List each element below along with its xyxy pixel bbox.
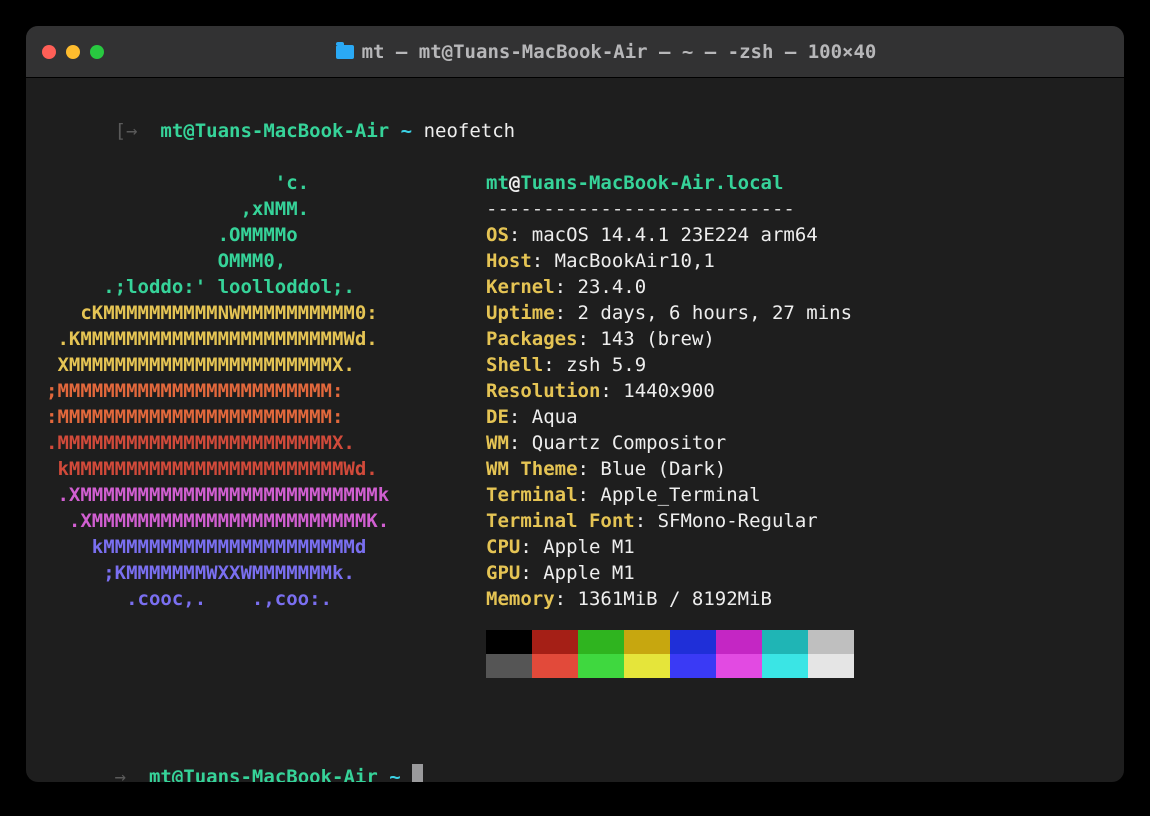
logo-line: .XMMMMMMMMMMMMMMMMMMMMMMMMK. xyxy=(46,508,486,534)
color-swatch xyxy=(578,654,624,678)
logo-line: .KMMMMMMMMMMMMMMMMMMMMMMMWd. xyxy=(46,326,486,352)
cursor xyxy=(412,764,423,782)
logo-line: .XMMMMMMMMMMMMMMMMMMMMMMMMMMk xyxy=(46,482,486,508)
color-swatch xyxy=(624,654,670,678)
color-swatch xyxy=(486,654,532,678)
prompt-path: ~ xyxy=(389,766,400,782)
color-swatch xyxy=(670,630,716,654)
info-row: Uptime: 2 days, 6 hours, 27 mins xyxy=(486,300,854,326)
logo-line: kMMMMMMMMMMMMMMMMMMMMMMd xyxy=(46,534,486,560)
info-row: DE: Aqua xyxy=(486,404,854,430)
color-swatch xyxy=(762,630,808,654)
color-swatch xyxy=(670,654,716,678)
info-row: GPU: Apple M1 xyxy=(486,560,854,586)
info-row: Packages: 143 (brew) xyxy=(486,326,854,352)
prompt-line-2[interactable]: → mt@Tuans-MacBook-Air ~ xyxy=(46,738,1114,782)
color-swatch xyxy=(716,630,762,654)
info-row: OS: macOS 14.4.1 23E224 arm64 xyxy=(486,222,854,248)
color-swatch xyxy=(532,654,578,678)
window-title: mt — mt@Tuans-MacBook-Air — ~ — -zsh — 1… xyxy=(104,41,1108,63)
info-row: WM: Quartz Compositor xyxy=(486,430,854,456)
info-row: Host: MacBookAir10,1 xyxy=(486,248,854,274)
prompt-command: neofetch xyxy=(424,120,516,142)
info-row: Kernel: 23.4.0 xyxy=(486,274,854,300)
logo-line: OMMM0, xyxy=(46,248,486,274)
color-swatch xyxy=(808,630,854,654)
info-row: Terminal Font: SFMono-Regular xyxy=(486,508,854,534)
color-swatch xyxy=(624,630,670,654)
logo-line: .cooc,. .,coo:. xyxy=(46,586,486,612)
color-swatch xyxy=(578,630,624,654)
swatch-row-bright xyxy=(486,654,854,678)
swatch-row-dark xyxy=(486,630,854,654)
prompt-arrow: [→ xyxy=(115,120,138,142)
titlebar: mt — mt@Tuans-MacBook-Air — ~ — -zsh — 1… xyxy=(26,26,1124,78)
prompt-user: mt@Tuans-MacBook-Air xyxy=(160,120,389,142)
info-separator: --------------------------- xyxy=(486,196,854,222)
color-swatches xyxy=(486,630,854,678)
info-row: WM Theme: Blue (Dark) xyxy=(486,456,854,482)
prompt-path: ~ xyxy=(401,120,412,142)
logo-line: kMMMMMMMMMMMMMMMMMMMMMMMMWd. xyxy=(46,456,486,482)
color-swatch xyxy=(532,630,578,654)
color-swatch xyxy=(808,654,854,678)
folder-icon xyxy=(336,45,354,59)
info-row: Terminal: Apple_Terminal xyxy=(486,482,854,508)
logo-line: .MMMMMMMMMMMMMMMMMMMMMMMMX. xyxy=(46,430,486,456)
zoom-icon[interactable] xyxy=(90,45,104,59)
color-swatch xyxy=(762,654,808,678)
info-row: Shell: zsh 5.9 xyxy=(486,352,854,378)
prompt-user: mt@Tuans-MacBook-Air xyxy=(149,766,378,782)
minimize-icon[interactable] xyxy=(66,45,80,59)
info-row: Resolution: 1440x900 xyxy=(486,378,854,404)
color-swatch xyxy=(486,630,532,654)
logo-line: :MMMMMMMMMMMMMMMMMMMMMMMM: xyxy=(46,404,486,430)
logo-line: ;KMMMMMMMWXXWMMMMMMMk. xyxy=(46,560,486,586)
terminal-window: mt — mt@Tuans-MacBook-Air — ~ — -zsh — 1… xyxy=(26,26,1124,782)
info-row: Memory: 1361MiB / 8192MiB xyxy=(486,586,854,612)
info-row: CPU: Apple M1 xyxy=(486,534,854,560)
traffic-lights xyxy=(42,45,104,59)
terminal-body[interactable]: [→ mt@Tuans-MacBook-Air ~ neofetch 'c. ,… xyxy=(26,78,1124,782)
window-title-text: mt — mt@Tuans-MacBook-Air — ~ — -zsh — 1… xyxy=(362,41,877,63)
system-info: mt@Tuans-MacBook-Air.local -------------… xyxy=(486,170,854,678)
logo-line: .;loddo:' loolloddol;. xyxy=(46,274,486,300)
prompt-arrow: → xyxy=(115,766,126,782)
logo-line: 'c. xyxy=(46,170,486,196)
logo-line: cKMMMMMMMMMMNWMMMMMMMMMM0: xyxy=(46,300,486,326)
logo-line: XMMMMMMMMMMMMMMMMMMMMMMMX. xyxy=(46,352,486,378)
info-header: mt@Tuans-MacBook-Air.local xyxy=(486,170,854,196)
ascii-logo: 'c. ,xNMM. .OMMMMo OMMM0, .;loddo:' lool… xyxy=(46,170,486,678)
color-swatch xyxy=(716,654,762,678)
prompt-line: [→ mt@Tuans-MacBook-Air ~ neofetch xyxy=(46,92,1114,170)
logo-line: .OMMMMo xyxy=(46,222,486,248)
logo-line: ,xNMM. xyxy=(46,196,486,222)
logo-line: ;MMMMMMMMMMMMMMMMMMMMMMMM: xyxy=(46,378,486,404)
close-icon[interactable] xyxy=(42,45,56,59)
neofetch-output: 'c. ,xNMM. .OMMMMo OMMM0, .;loddo:' lool… xyxy=(46,170,1114,678)
